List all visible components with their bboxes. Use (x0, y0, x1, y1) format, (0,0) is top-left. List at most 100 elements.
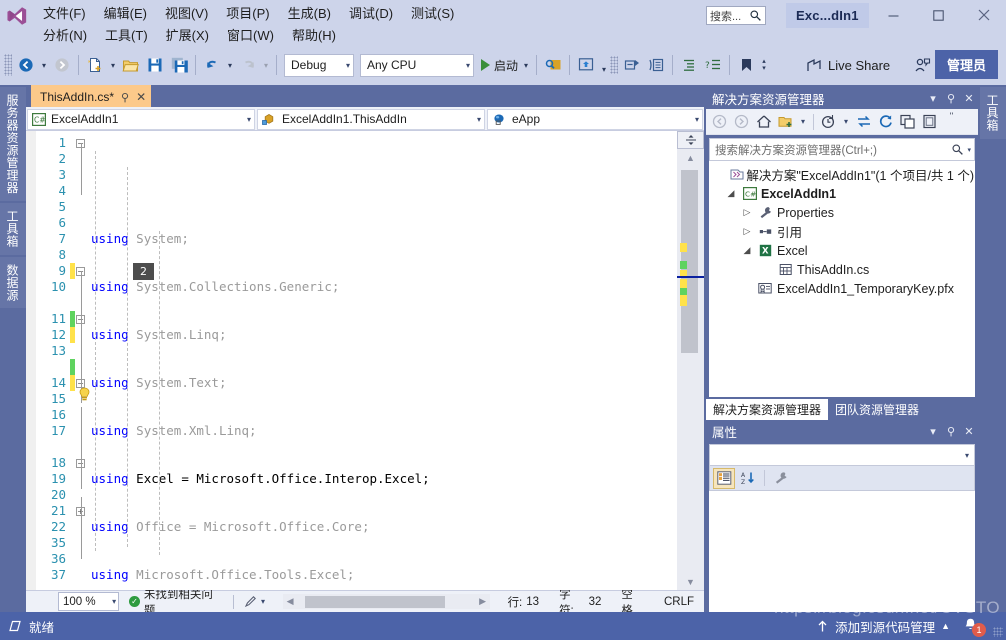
sidebar-tab-toolbox-right[interactable]: 工具箱 (980, 87, 1006, 139)
redo-icon[interactable] (236, 53, 260, 77)
menu-item-test[interactable]: 测试(S) (402, 2, 463, 24)
notifications-button[interactable]: 1 (962, 617, 986, 637)
source-control-status[interactable]: 添加到源代码管理 ▲ (816, 612, 950, 640)
pin-icon[interactable]: ⚲ (121, 91, 129, 104)
scroll-up-arrow[interactable]: ▲ (677, 149, 704, 166)
pin-icon[interactable]: ⚲ (942, 425, 960, 438)
comment-icon[interactable] (644, 53, 668, 77)
home-icon[interactable] (753, 111, 774, 132)
editor-vertical-scrollbar[interactable]: ▲ ▼ (677, 131, 704, 590)
scroll-track[interactable] (677, 166, 704, 573)
unindent-icon[interactable]: ? (701, 53, 725, 77)
collapse-all-icon[interactable] (897, 111, 918, 132)
scroll-left-arrow[interactable]: ◀ (283, 596, 297, 607)
menu-item-window[interactable]: 窗口(W) (218, 24, 283, 46)
pin-icon[interactable]: ⚲ (942, 92, 960, 105)
open-folder-icon[interactable] (119, 53, 143, 77)
select-window-dropdown[interactable]: ▾ (598, 53, 610, 77)
attach-to-process-icon[interactable] (541, 53, 565, 77)
navbar-project-combo[interactable]: C# ExcelAddIn1 ▾ (27, 108, 255, 130)
live-share-button[interactable]: Live Share (800, 52, 896, 78)
close-button[interactable] (961, 0, 1006, 30)
menu-item-file[interactable]: 文件(F) (34, 2, 95, 24)
pencil-tool[interactable]: ▾ (234, 595, 275, 608)
menu-item-build[interactable]: 生成(B) (279, 2, 340, 24)
tree-item-properties[interactable]: ▷ Properties (710, 203, 974, 222)
toolbar-grip[interactable] (4, 54, 12, 76)
solution-tree[interactable]: 解决方案"ExcelAddIn1"(1 个项目/共 1 个) ◢ C# Exce… (709, 161, 975, 397)
close-icon[interactable]: ✕ (136, 90, 146, 104)
window-resize-grip[interactable] (993, 627, 1003, 637)
menu-item-project[interactable]: 项目(P) (217, 2, 278, 24)
code-text-area[interactable]: using System; using System.Collections.G… (91, 131, 677, 590)
tree-item-solution[interactable]: 解决方案"ExcelAddIn1"(1 个项目/共 1 个) (710, 165, 974, 184)
navigate-forward-icon[interactable] (50, 53, 74, 77)
sidebar-tab-data-sources[interactable]: 数据源 (0, 256, 26, 308)
overflow-icon[interactable]: '' (941, 111, 962, 132)
expander-collapsed[interactable]: ▷ (738, 226, 756, 237)
alphabetical-sort-icon[interactable]: A Z (737, 468, 759, 489)
expander-expanded[interactable]: ◢ (722, 188, 740, 199)
tree-item-references[interactable]: ▷ 引用 (710, 222, 974, 241)
new-folder-icon[interactable] (775, 111, 796, 132)
undo-dropdown[interactable]: ▾ (224, 53, 236, 77)
scroll-down-arrow[interactable]: ▼ (677, 573, 704, 590)
solution-explorer-search[interactable]: 搜索解决方案资源管理器(Ctrl+;) ▾ (709, 138, 975, 161)
refresh-icon[interactable] (875, 111, 896, 132)
pending-changes-icon[interactable] (818, 111, 839, 132)
tab-solution-explorer[interactable]: 解决方案资源管理器 (706, 399, 829, 420)
forward-icon[interactable] (731, 111, 752, 132)
indent-icon[interactable] (677, 53, 701, 77)
menu-item-help[interactable]: 帮助(H) (283, 24, 345, 46)
menu-item-view[interactable]: 视图(V) (156, 2, 217, 24)
start-dropdown[interactable]: ▾ (520, 53, 532, 77)
tab-team-explorer[interactable]: 团队资源管理器 (828, 399, 927, 420)
menu-bar[interactable]: 文件(F) 编辑(E) 视图(V) 项目(P) 生成(B) 调试(D) 测试(S… (34, 0, 494, 45)
properties-object-combo[interactable]: ▾ (709, 444, 975, 466)
close-icon[interactable]: ✕ (960, 425, 978, 438)
menu-item-tools[interactable]: 工具(T) (96, 24, 157, 46)
panel-menu-icon[interactable]: ▾ (924, 425, 942, 438)
maximize-button[interactable] (916, 0, 961, 30)
bookmark-icon[interactable] (734, 53, 758, 77)
chevron-down-icon[interactable]: ▾ (964, 146, 971, 154)
undo-icon[interactable] (200, 53, 224, 77)
back-icon[interactable] (709, 111, 730, 132)
toolbar-overflow[interactable]: ▴ ▾ (758, 53, 770, 77)
h-scroll-track[interactable] (297, 594, 476, 609)
close-icon[interactable]: ✕ (960, 92, 978, 105)
sync-icon[interactable] (853, 111, 874, 132)
solution-platform-combo[interactable]: Any CPU ▾ (360, 53, 474, 77)
navbar-type-combo[interactable]: ExcelAddIn1.ThisAddIn ▾ (257, 108, 485, 130)
start-debug-button[interactable]: 启动 (477, 53, 520, 77)
expander-expanded[interactable]: ◢ (738, 245, 756, 256)
tree-item-excel-folder[interactable]: ◢ X Excel (710, 241, 974, 260)
zoom-level-combo[interactable]: 100 % ▾ (58, 592, 120, 611)
code-editor[interactable]: 1 2 3 4 5 6 7 8 9 10 11 12 13 14 15 16 1… (26, 131, 704, 590)
toolbar-grip-2[interactable] (610, 56, 619, 74)
categorized-icon[interactable] (713, 467, 735, 489)
select-window-icon[interactable] (574, 53, 598, 77)
menu-item-analyze[interactable]: 分析(N) (34, 24, 96, 46)
split-view-handle[interactable] (677, 131, 704, 149)
navbar-member-combo[interactable]: eApp ▾ (487, 108, 703, 130)
redo-dropdown[interactable]: ▾ (260, 53, 272, 77)
panel-menu-icon[interactable]: ▾ (924, 92, 942, 105)
line-ending-status[interactable]: CRLF (654, 596, 704, 608)
breakpoint-margin[interactable] (26, 131, 36, 590)
new-project-icon[interactable] (83, 53, 107, 77)
chevron-down-icon[interactable]: ▾ (797, 111, 809, 132)
save-all-icon[interactable] (167, 53, 191, 77)
menu-item-edit[interactable]: 编辑(E) (95, 2, 156, 24)
tree-item-project[interactable]: ◢ C# ExcelAddIn1 (710, 184, 974, 203)
save-icon[interactable] (143, 53, 167, 77)
properties-window-icon[interactable] (919, 111, 940, 132)
sidebar-tab-server-explorer[interactable]: 服务器资源管理器 (0, 87, 26, 201)
quick-launch-search[interactable]: 搜索... (706, 6, 766, 25)
outlining-margin[interactable]: − − − − − + (75, 131, 91, 590)
solution-configuration-combo[interactable]: Debug ▾ (284, 53, 354, 77)
h-scroll-thumb[interactable] (305, 595, 446, 608)
chevron-up-icon[interactable]: ▲ (941, 621, 950, 631)
new-item-icon[interactable] (620, 53, 644, 77)
minimize-button[interactable] (871, 0, 916, 30)
